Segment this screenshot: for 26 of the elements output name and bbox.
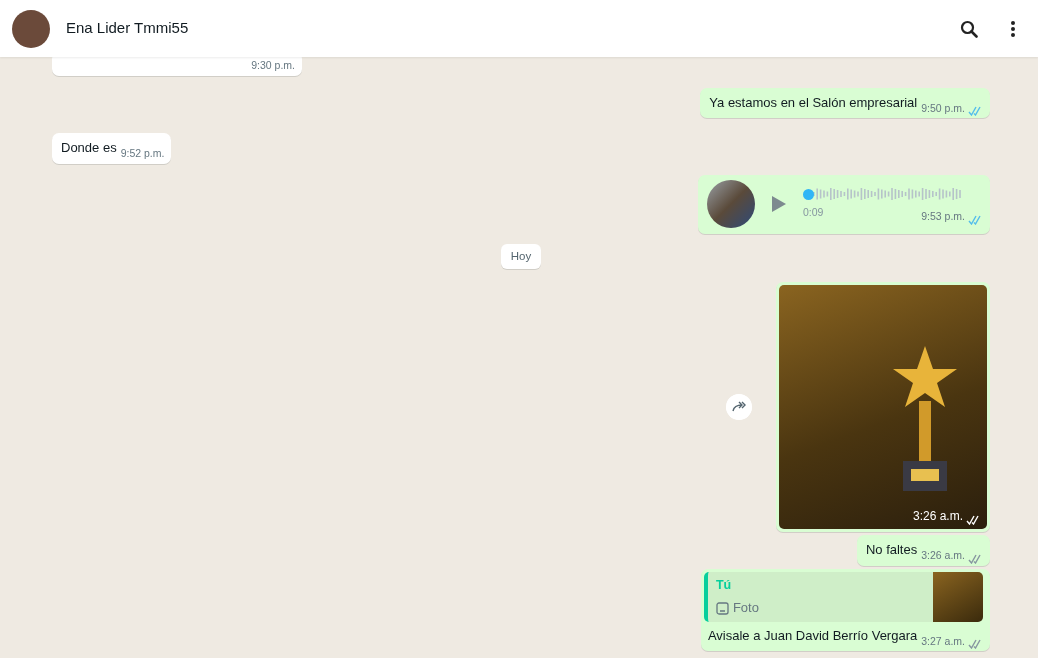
date-separator: Hoy: [500, 243, 542, 269]
quoted-message[interactable]: Tú Foto: [703, 571, 983, 622]
message-text: Avisale a Juan David Berrío Vergara: [707, 626, 918, 645]
audio-duration: 0:09: [803, 204, 824, 220]
search-icon[interactable]: [960, 19, 978, 38]
message-time: 3:27 a.m.: [921, 633, 965, 649]
message-time: 9:30 p.m.: [251, 58, 295, 73]
avatar-circle[interactable]: [12, 9, 50, 48]
message-time: 3:26 a.m.: [921, 547, 965, 563]
avatar-photo: [707, 179, 755, 228]
message-text: No faltes: [865, 541, 918, 559]
menu-icon[interactable]: [1010, 19, 1016, 38]
contact-name: Ena Lider Tmmi55: [66, 18, 190, 39]
play-icon[interactable]: [771, 194, 787, 213]
message-text: Donde es: [61, 139, 117, 158]
photo-icon: [715, 601, 729, 615]
message-time: 9:52 p.m.: [120, 146, 165, 161]
message-time: 9:53 p.m.: [921, 208, 965, 224]
playback-thumb[interactable]: [803, 188, 814, 200]
message-time: 9:50 p.m.: [921, 100, 965, 116]
image-thumbnail: [933, 571, 983, 622]
quote-author: Tú: [715, 576, 733, 594]
message-time: 3:26 a.m.: [912, 508, 963, 525]
message-text: Ya estamos en el Salón empresarial: [709, 93, 918, 112]
quote-text: Foto: [732, 599, 759, 618]
poster-image[interactable]: 3:26 a.m.: [779, 285, 987, 529]
